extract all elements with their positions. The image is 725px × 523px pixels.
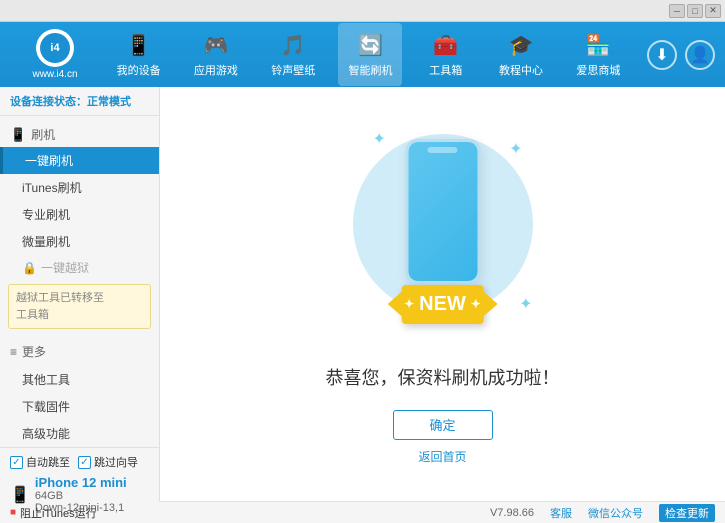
window-controls[interactable]: ─ □ ✕ [669,4,721,18]
sidebar-advanced[interactable]: 高级功能 [0,420,159,447]
device-storage: 64GB [35,490,127,502]
flash-section: 📱 刷机 一键刷机 iTunes刷机 专业刷机 微量刷机 [0,122,159,255]
sidebar-download-firmware[interactable]: 下载固件 [0,393,159,420]
app-game-icon: 🎮 [202,31,230,59]
congrats-text: 恭喜您，保资料刷机成功啦！ [326,364,560,390]
nav-tutorial-label: 教程中心 [499,62,543,78]
guide-checkbox[interactable]: 跳过向导 [78,454,138,470]
nav-ringtone[interactable]: 🎵 铃声壁纸 [261,23,325,86]
nav-items: 📱 我的设备 🎮 应用游戏 🎵 铃声壁纸 🔄 智能刷机 🧰 工具箱 🎓 教程中心… [100,23,637,86]
phone-notch [428,147,458,153]
status-value: 正常模式 [87,96,131,108]
nav-my-device-label: 我的设备 [117,62,161,78]
sidebar-itunes-flash[interactable]: iTunes刷机 [0,174,159,201]
guide-label: 跳过向导 [94,454,138,470]
sidebar: 设备连接状态：正常模式 📱 刷机 一键刷机 iTunes刷机 专业刷机 微量刷机… [0,87,160,501]
service-link[interactable]: 客服 [550,505,572,521]
nav-store[interactable]: 🏪 爱思商城 [566,23,630,86]
new-badge: ✦ NEW ✦ [401,285,484,324]
update-button[interactable]: 检查更新 [659,504,715,522]
jailbreak-section: 🔒 一键越狱 [0,255,159,280]
nav-toolbox[interactable]: 🧰 工具箱 [416,23,476,86]
main-content: ✦ ✦ ✦ ✦ NEW ✦ 恭喜您，保资料刷机成功啦！ 确定 返回首页 [160,87,725,501]
flash-section-label: 刷机 [31,126,55,143]
itunes-flash-label: iTunes刷机 [22,181,82,195]
phone-shape [405,139,480,284]
device-icon: 📱 [125,31,153,59]
minimize-button[interactable]: ─ [669,4,685,18]
store-icon: 🏪 [584,31,612,59]
ringtone-icon: 🎵 [279,31,307,59]
user-button[interactable]: 👤 [685,40,715,70]
sidebar-other-tools[interactable]: 其他工具 [0,366,159,393]
smart-flash-icon: 🔄 [356,31,384,59]
sidebar-save-flash[interactable]: 微量刷机 [0,228,159,255]
star-left-icon: ✦ [404,297,414,311]
nav-tutorial[interactable]: 🎓 教程中心 [489,23,553,86]
lock-icon: 🔒 [22,261,37,275]
nav-app-game[interactable]: 🎮 应用游戏 [184,23,248,86]
nav-app-game-label: 应用游戏 [194,62,238,78]
device-status: 设备连接状态：正常模式 [0,87,159,116]
jailbreak-note: 越狱工具已转移至工具箱 [8,284,151,329]
phone-illustration: ✦ ✦ ✦ ✦ NEW ✦ [343,124,543,344]
jailbreak-note-text: 越狱工具已转移至工具箱 [16,292,104,321]
close-button[interactable]: ✕ [705,4,721,18]
phone-screen [408,142,477,281]
nav-ringtone-label: 铃声壁纸 [271,62,315,78]
logo-circle: i4 [36,29,74,67]
jailbreak-label: 一键越狱 [41,259,89,276]
header-right: ⬇ 👤 [647,40,715,70]
more-section-header: ≡ 更多 [0,337,159,366]
save-flash-label: 微量刷机 [22,235,70,249]
auto-jump-check[interactable] [10,456,23,469]
bottom-bar-right: V7.98.66 客服 微信公众号 检查更新 [490,504,715,522]
stop-icon: ■ [10,507,16,518]
nav-smart-flash-label: 智能刷机 [348,62,392,78]
sidebar-pro-flash[interactable]: 专业刷机 [0,201,159,228]
nav-smart-flash[interactable]: 🔄 智能刷机 [338,23,402,86]
toolbox-icon: 🧰 [432,31,460,59]
sparkle-3: ✦ [519,294,532,314]
main-area: 设备连接状态：正常模式 📱 刷机 一键刷机 iTunes刷机 专业刷机 微量刷机… [0,87,725,501]
advanced-label: 高级功能 [22,427,70,441]
sparkle-2: ✦ [509,139,522,159]
sidebar-onekey-flash[interactable]: 一键刷机 [0,147,159,174]
version-text: V7.98.66 [490,507,534,519]
download-firmware-label: 下载固件 [22,400,70,414]
tutorial-icon: 🎓 [507,31,535,59]
auto-jump-label: 自动跳至 [26,454,70,470]
itunes-label[interactable]: 阻止iTunes运行 [20,505,97,521]
nav-toolbox-label: 工具箱 [429,62,462,78]
title-bar: ─ □ ✕ [0,0,725,22]
maximize-button[interactable]: □ [687,4,703,18]
confirm-button[interactable]: 确定 [393,410,493,440]
flash-section-header: 📱 刷机 [0,122,159,147]
wechat-link[interactable]: 微信公众号 [588,505,643,521]
new-badge-text: NEW [419,293,466,315]
nav-my-device[interactable]: 📱 我的设备 [107,23,171,86]
pro-flash-label: 专业刷机 [22,208,70,222]
logo-text: i4 [50,42,59,54]
bottom-bar-left: ■ 阻止iTunes运行 [10,505,97,521]
download-button[interactable]: ⬇ [647,40,677,70]
more-label: 更多 [22,343,46,360]
nav-store-label: 爱思商城 [576,62,620,78]
sparkle-1: ✦ [373,129,386,149]
logo-area: i4 www.i4.cn [10,29,100,80]
flash-section-icon: 📱 [10,127,26,143]
auto-jump-checkbox[interactable]: 自动跳至 [10,454,70,470]
guide-check[interactable] [78,456,91,469]
device-phone-icon: 📱 [10,485,30,505]
logo-inner: i4 [40,33,70,63]
other-tools-label: 其他工具 [22,373,70,387]
onekey-flash-label: 一键刷机 [25,154,73,168]
logo-url: www.i4.cn [32,69,77,80]
device-checkboxes: 自动跳至 跳过向导 [10,454,149,470]
star-right-icon: ✦ [471,297,481,311]
header: i4 www.i4.cn 📱 我的设备 🎮 应用游戏 🎵 铃声壁纸 🔄 智能刷机… [0,22,725,87]
device-name: iPhone 12 mini [35,475,127,490]
status-label: 设备连接状态： [10,96,87,108]
back-link[interactable]: 返回首页 [418,448,466,465]
